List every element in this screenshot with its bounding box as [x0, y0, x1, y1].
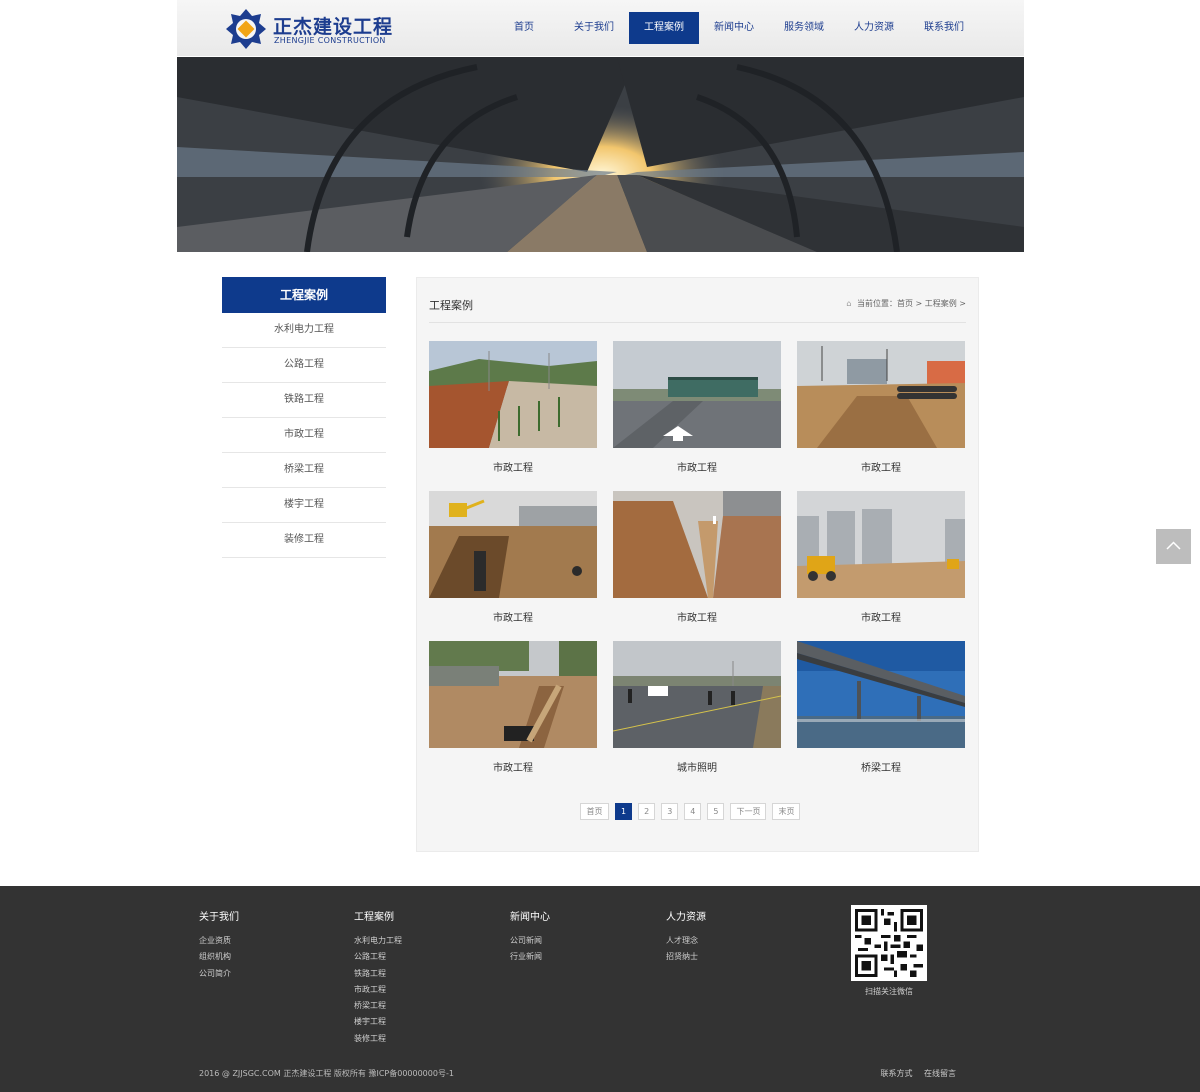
back-to-top-button[interactable] [1156, 529, 1191, 564]
sidebar: 工程案例 水利电力工程 公路工程 铁路工程 市政工程 桥梁工程 楼宇工程 装修工… [222, 277, 386, 558]
case-card[interactable]: 城市照明 [612, 641, 782, 774]
case-title: 市政工程 [861, 613, 901, 624]
footer-col-title[interactable]: 关于我们 [199, 908, 239, 923]
nav-news[interactable]: 新闻中心 [699, 12, 769, 44]
case-card[interactable]: 市政工程 [613, 341, 781, 474]
qr-caption: 扫描关注微信 [865, 987, 913, 996]
footer-link[interactable]: 公路工程 [354, 949, 402, 965]
case-card[interactable]: 市政工程 [797, 491, 965, 624]
sidebar-item-highway[interactable]: 公路工程 [222, 348, 386, 383]
logo-mark-icon [226, 9, 266, 49]
case-title: 城市照明 [677, 763, 717, 774]
case-card[interactable]: 市政工程 [429, 491, 597, 624]
footer-link[interactable]: 行业新闻 [510, 949, 550, 965]
page-1-button[interactable]: 1 [615, 803, 633, 820]
case-title: 桥梁工程 [861, 763, 901, 774]
case-title: 市政工程 [677, 613, 717, 624]
page-last-button[interactable]: 末页 [772, 803, 801, 820]
case-card[interactable]: 市政工程 [797, 341, 965, 474]
footer-link[interactable]: 楼宇工程 [354, 1014, 402, 1030]
contact-link[interactable]: 联系方式 [880, 1069, 912, 1078]
footer-link[interactable]: 铁路工程 [354, 966, 402, 982]
hero-banner [177, 57, 1024, 252]
footer-col-title[interactable]: 新闻中心 [510, 908, 550, 923]
case-thumbnail [429, 341, 597, 448]
footer-link[interactable]: 市政工程 [354, 982, 402, 998]
banner-platform-image [177, 57, 1024, 252]
logo[interactable]: 正杰建设工程 ZHENGJIE CONSTRUCTION [225, 8, 392, 49]
chevron-up-icon [1166, 541, 1181, 550]
case-thumbnail [797, 491, 965, 598]
panel-header: 工程案例 ⌂ 当前位置：首页 > 工程案例 > [429, 278, 966, 323]
footer-link[interactable]: 装修工程 [354, 1031, 402, 1047]
breadcrumb-text: 当前位置：首页 > 工程案例 > [856, 299, 966, 308]
footer-col-cases: 工程案例 水利电力工程 公路工程 铁路工程 市政工程 桥梁工程 楼宇工程 装修工… [354, 908, 402, 1047]
sidebar-item-railway[interactable]: 铁路工程 [222, 383, 386, 418]
case-title: 市政工程 [493, 613, 533, 624]
home-icon: ⌂ [846, 299, 852, 308]
footer-col-title[interactable]: 人力资源 [666, 908, 706, 923]
main-nav: 首页 关于我们 工程案例 新闻中心 服务领域 人力资源 联系我们 [489, 12, 979, 44]
sidebar-item-bridge[interactable]: 桥梁工程 [222, 453, 386, 488]
page-2-button[interactable]: 2 [638, 803, 656, 820]
cases-panel: 工程案例 ⌂ 当前位置：首页 > 工程案例 > 市政工程 市政工程 市政工程 市… [416, 277, 979, 852]
case-thumbnail [797, 341, 965, 448]
page-first-button[interactable]: 首页 [580, 803, 609, 820]
footer-link[interactable]: 组织机构 [199, 949, 239, 965]
case-thumbnail [613, 341, 781, 448]
footer-bottom-links: 联系方式 在线留言 [871, 1068, 956, 1079]
footer-link[interactable]: 企业资质 [199, 933, 239, 949]
case-thumbnail [429, 491, 597, 598]
pagination: 首页 1 2 3 4 5 下一页 末页 [580, 803, 801, 820]
case-title: 市政工程 [861, 463, 901, 474]
page-next-button[interactable]: 下一页 [730, 803, 767, 820]
case-card[interactable]: 市政工程 [429, 341, 597, 474]
nav-services[interactable]: 服务领域 [769, 12, 839, 44]
footer-link[interactable]: 公司简介 [199, 966, 239, 982]
page-title: 工程案例 [429, 299, 473, 312]
case-card[interactable]: 桥梁工程 [797, 641, 965, 774]
footer-link[interactable]: 公司新闻 [510, 933, 550, 949]
logo-text-en: ZHENGJIE CONSTRUCTION [274, 36, 386, 45]
footer-link[interactable]: 人才理念 [666, 933, 706, 949]
page-3-button[interactable]: 3 [661, 803, 679, 820]
sidebar-item-building[interactable]: 楼宇工程 [222, 488, 386, 523]
footer-col-title[interactable]: 工程案例 [354, 908, 402, 923]
site-footer: 关于我们 企业资质 组织机构 公司简介 工程案例 水利电力工程 公路工程 铁路工… [0, 886, 1200, 1092]
case-title: 市政工程 [493, 463, 533, 474]
nav-cases[interactable]: 工程案例 [629, 12, 699, 44]
nav-contact[interactable]: 联系我们 [909, 12, 979, 44]
case-title: 市政工程 [493, 763, 533, 774]
case-thumbnail [612, 641, 782, 748]
sidebar-item-water-power[interactable]: 水利电力工程 [222, 313, 386, 348]
sidebar-title: 工程案例 [222, 277, 386, 313]
qr-code-icon [855, 909, 923, 977]
case-card[interactable]: 市政工程 [429, 641, 597, 774]
footer-col-news: 新闻中心 公司新闻 行业新闻 [510, 908, 550, 966]
footer-col-hr: 人力资源 人才理念 招贤纳士 [666, 908, 706, 966]
message-link[interactable]: 在线留言 [924, 1069, 956, 1078]
nav-about[interactable]: 关于我们 [559, 12, 629, 44]
case-thumbnail [797, 641, 965, 748]
copyright: 2016 @ ZJJSGC.COM 正杰建设工程 版权所有 豫ICP备00000… [199, 1069, 454, 1078]
qr-code [851, 905, 927, 981]
nav-home[interactable]: 首页 [489, 12, 559, 44]
case-thumbnail [613, 491, 781, 598]
sidebar-item-decoration[interactable]: 装修工程 [222, 523, 386, 558]
case-title: 市政工程 [677, 463, 717, 474]
case-thumbnail [429, 641, 597, 748]
page-5-button[interactable]: 5 [707, 803, 725, 820]
site-header: 正杰建设工程 ZHENGJIE CONSTRUCTION 首页 关于我们 工程案… [177, 0, 1024, 56]
footer-link[interactable]: 招贤纳士 [666, 949, 706, 965]
logo-text-cn: 正杰建设工程 [273, 16, 394, 38]
footer-col-about: 关于我们 企业资质 组织机构 公司简介 [199, 908, 239, 982]
page-4-button[interactable]: 4 [684, 803, 702, 820]
sidebar-item-municipal[interactable]: 市政工程 [222, 418, 386, 453]
breadcrumb[interactable]: ⌂ 当前位置：首页 > 工程案例 > [846, 298, 966, 309]
nav-hr[interactable]: 人力资源 [839, 12, 909, 44]
case-card[interactable]: 市政工程 [613, 491, 781, 624]
footer-link[interactable]: 桥梁工程 [354, 998, 402, 1014]
footer-link[interactable]: 水利电力工程 [354, 933, 402, 949]
